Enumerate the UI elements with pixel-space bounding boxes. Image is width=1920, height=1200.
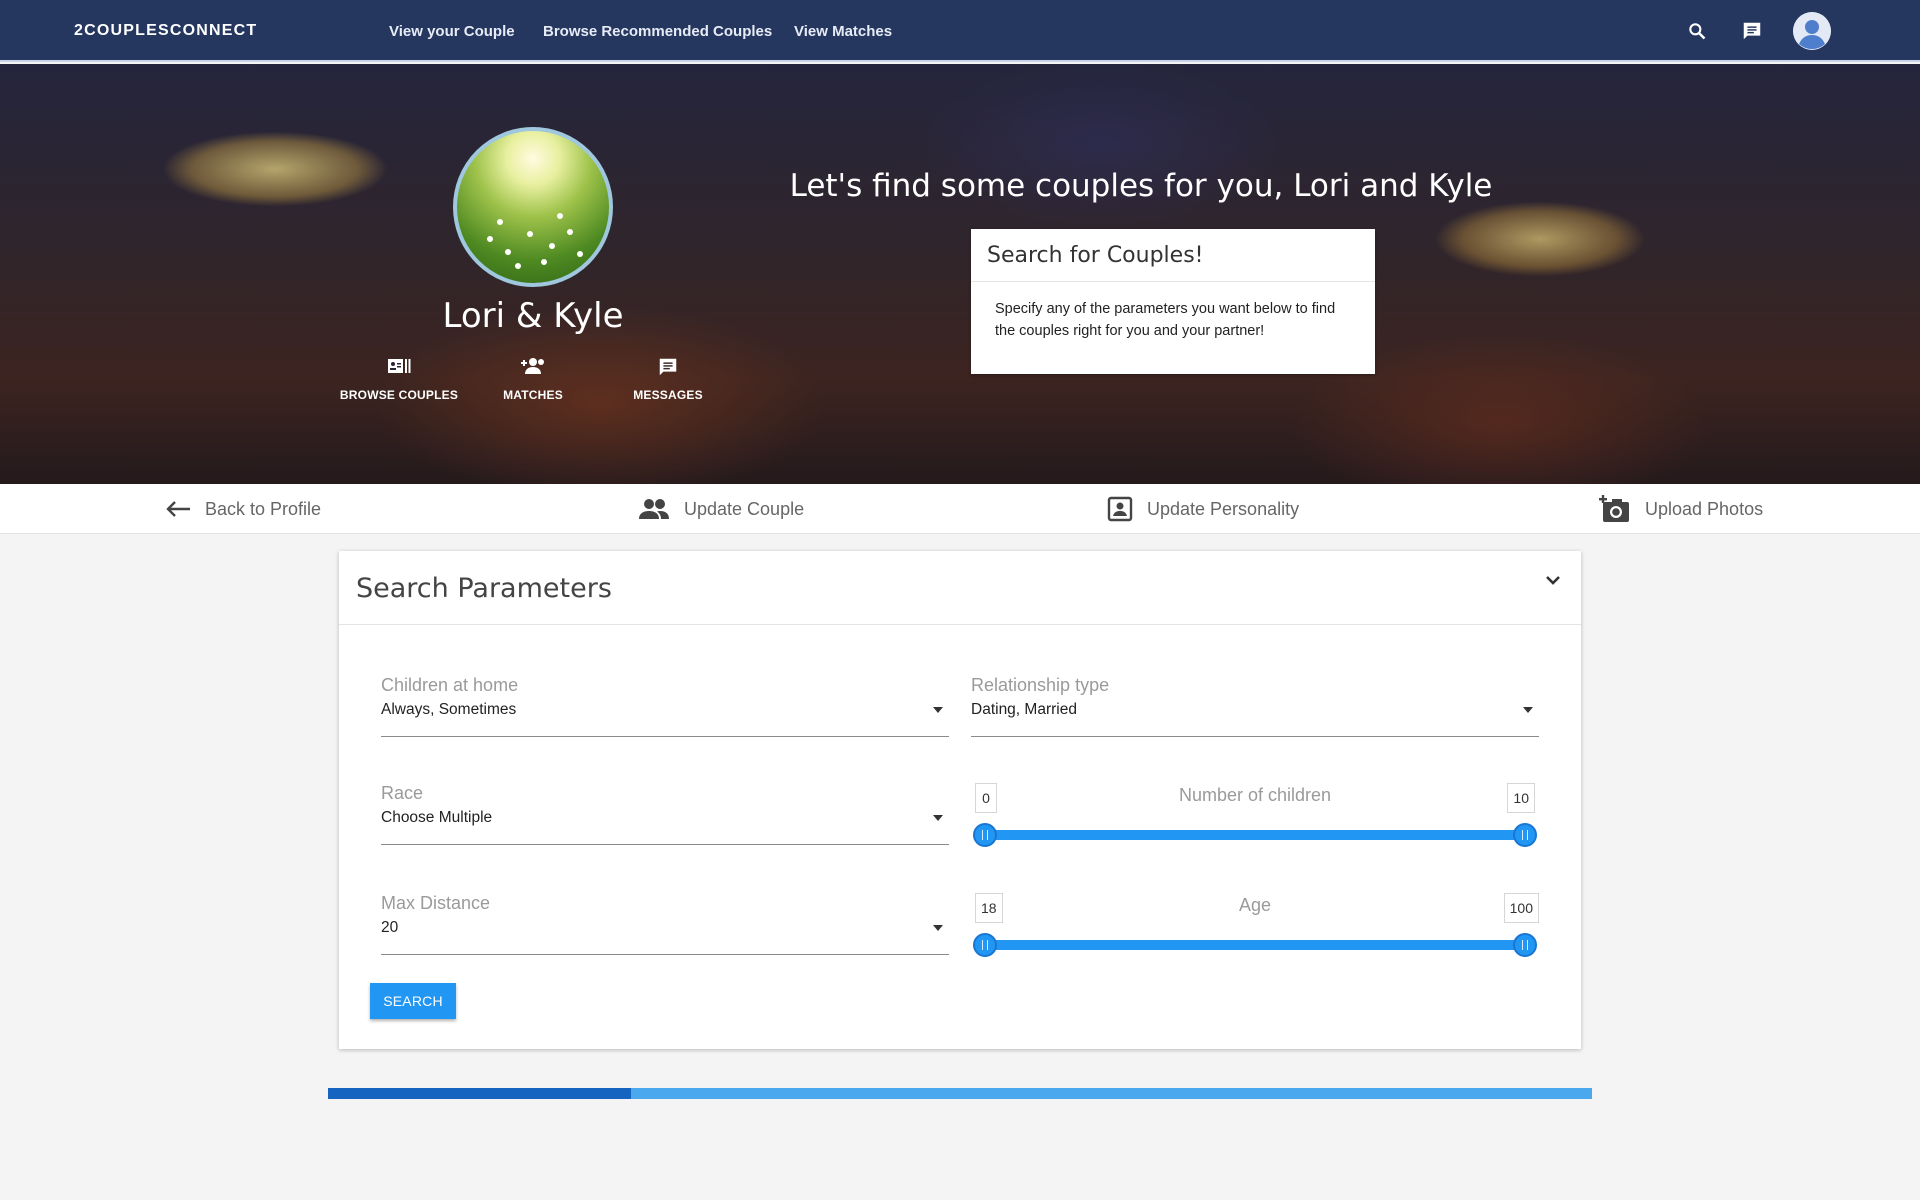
- age-min-value: 18: [975, 893, 1003, 923]
- message-icon: [659, 358, 677, 376]
- panel-header[interactable]: Search Parameters: [339, 551, 1581, 625]
- chat-icon[interactable]: [1737, 16, 1767, 46]
- update-couple-label: Update Couple: [684, 498, 805, 519]
- dropdown-arrow-icon: [933, 925, 943, 931]
- search-icon[interactable]: [1682, 16, 1712, 46]
- nav-view-matches[interactable]: View Matches: [794, 23, 892, 40]
- loading-progress-bar: [328, 1088, 1592, 1099]
- add-camera-icon: [1599, 495, 1629, 522]
- age-label: Age: [1238, 895, 1272, 915]
- slider-fill: [985, 830, 1525, 840]
- hero-banner: Lori & Kyle BROWSE COUPLES MATCHES MESSA…: [0, 64, 1920, 484]
- upload-photos-link[interactable]: Upload Photos: [1599, 494, 1763, 524]
- brand-logo[interactable]: 2COUPLESCONNECT: [74, 22, 257, 40]
- hero-headline: Let's find some couples for you, Lori an…: [789, 168, 1493, 204]
- back-to-profile-label: Back to Profile: [205, 498, 322, 519]
- race-label: Race: [381, 783, 424, 803]
- slider-track[interactable]: [973, 933, 1537, 957]
- back-to-profile-link[interactable]: Back to Profile: [165, 494, 321, 524]
- number-of-children-slider[interactable]: Number of children 0 10: [973, 783, 1537, 853]
- messages-button[interactable]: MESSAGES: [608, 356, 728, 402]
- slider-min-handle[interactable]: [973, 823, 997, 847]
- couple-name: Lori & Kyle: [442, 296, 624, 336]
- age-slider[interactable]: Age 18 100: [973, 893, 1539, 963]
- search-card-body: Specify any of the parameters you want b…: [995, 301, 1336, 339]
- panel-title: Search Parameters: [356, 573, 612, 604]
- messages-label: MESSAGES: [633, 388, 703, 402]
- max-distance-label: Max Distance: [381, 893, 491, 913]
- race-value: Choose Multiple: [381, 809, 493, 826]
- children-min-value: 0: [975, 783, 997, 813]
- browse-couples-label: BROWSE COUPLES: [339, 388, 459, 402]
- update-personality-link[interactable]: Update Personality: [1107, 494, 1299, 524]
- progress-fill: [328, 1088, 632, 1099]
- portrait-icon: [1107, 496, 1133, 522]
- age-max-value: 100: [1503, 893, 1539, 923]
- hero-overlay: [0, 64, 1920, 484]
- slider-fill: [985, 940, 1525, 950]
- children-max-value: 10: [1507, 783, 1535, 813]
- upload-photos-label: Upload Photos: [1645, 498, 1764, 519]
- max-distance-value: 20: [381, 919, 399, 936]
- arrow-back-icon: [166, 501, 190, 517]
- search-parameters-panel: Search Parameters Children at home Alway…: [339, 551, 1581, 1049]
- chevron-down-icon[interactable]: [1545, 573, 1561, 591]
- matches-label: MATCHES: [503, 388, 563, 402]
- dropdown-arrow-icon: [1523, 707, 1533, 713]
- relationship-type-select[interactable]: Relationship type Dating, Married: [971, 673, 1539, 737]
- slider-min-handle[interactable]: [973, 933, 997, 957]
- update-couple-link[interactable]: Update Couple: [638, 494, 804, 524]
- dropdown-arrow-icon: [933, 815, 943, 821]
- update-personality-label: Update Personality: [1147, 498, 1300, 519]
- slider-track[interactable]: [973, 823, 1537, 847]
- search-card-title: Search for Couples!: [971, 229, 1375, 282]
- search-info-card: Search for Couples! Specify any of the p…: [971, 229, 1375, 374]
- relationship-type-label: Relationship type: [971, 675, 1110, 695]
- children-at-home-select[interactable]: Children at home Always, Sometimes: [381, 673, 949, 737]
- people-icon: [639, 499, 669, 519]
- children-at-home-value: Always, Sometimes: [381, 701, 517, 718]
- race-select[interactable]: Race Choose Multiple: [381, 781, 949, 845]
- dropdown-arrow-icon: [933, 707, 943, 713]
- number-of-children-label: Number of children: [1178, 785, 1332, 805]
- top-navbar: 2COUPLESCONNECT View your Couple Browse …: [0, 0, 1920, 62]
- nav-browse-recommended[interactable]: Browse Recommended Couples: [543, 23, 772, 40]
- slider-max-handle[interactable]: [1513, 823, 1537, 847]
- nav-view-couple[interactable]: View your Couple: [389, 23, 515, 40]
- matches-button[interactable]: MATCHES: [473, 356, 593, 402]
- browse-icon: [388, 359, 411, 373]
- account-icon[interactable]: [1793, 12, 1831, 50]
- browse-couples-button[interactable]: BROWSE COUPLES: [339, 356, 459, 402]
- profile-subnav: Back to Profile Update Couple Update Per…: [0, 484, 1920, 534]
- group-add-icon: [521, 358, 544, 374]
- couple-photo[interactable]: [453, 127, 613, 287]
- slider-max-handle[interactable]: [1513, 933, 1537, 957]
- search-button[interactable]: SEARCH: [370, 983, 456, 1019]
- relationship-type-value: Dating, Married: [971, 701, 1077, 718]
- children-at-home-label: Children at home: [381, 675, 519, 695]
- max-distance-select[interactable]: Max Distance 20: [381, 891, 949, 955]
